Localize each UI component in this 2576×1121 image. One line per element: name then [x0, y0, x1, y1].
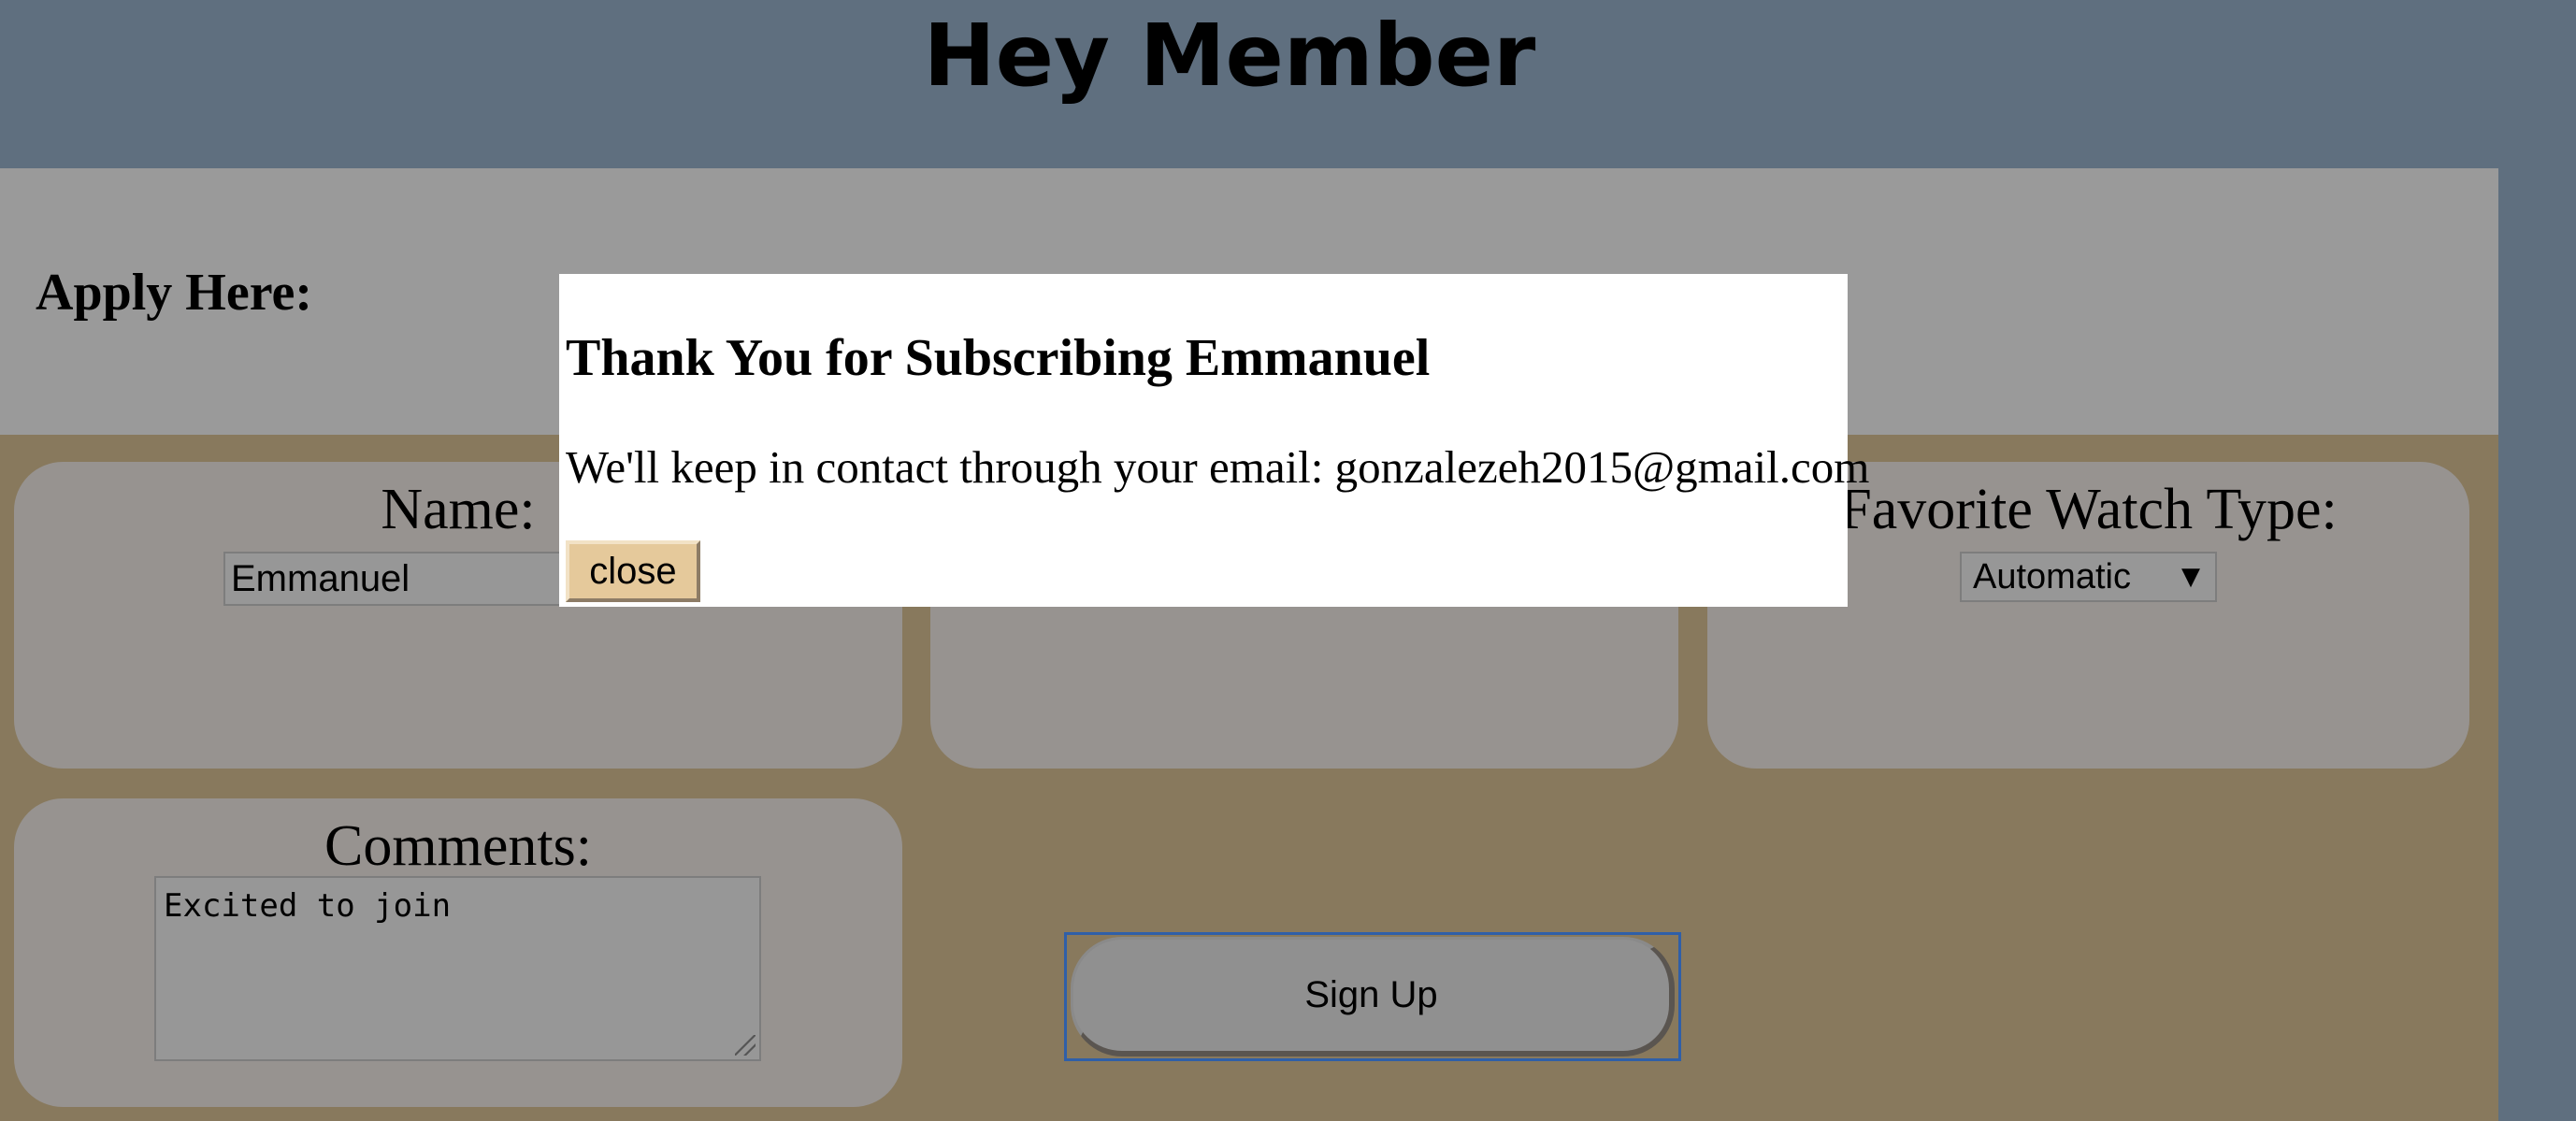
watch-type-selected: Automatic — [1973, 557, 2131, 596]
page-header: Hey Member — [0, 0, 2576, 168]
thank-you-modal: Thank You for Subscribing Emmanuel We'll… — [559, 274, 1869, 607]
comments-textarea[interactable]: Excited to join — [154, 876, 761, 1061]
modal-title: Thank You for Subscribing Emmanuel — [566, 329, 1431, 387]
apply-label: Apply Here: — [36, 264, 313, 322]
page-title: Hey Member — [923, 6, 1536, 106]
comments-text: Excited to join — [164, 887, 452, 925]
signup-focus-outline: Sign Up — [1064, 932, 1681, 1061]
right-gutter — [2498, 168, 2576, 1121]
signup-button[interactable]: Sign Up — [1071, 937, 1675, 1056]
watch-type-select[interactable]: Automatic ▼ — [1960, 552, 2217, 602]
comments-label: Comments: — [324, 814, 592, 878]
close-button[interactable]: close — [566, 540, 700, 602]
resize-grip-icon[interactable] — [735, 1035, 756, 1056]
chevron-down-icon: ▼ — [2181, 563, 2200, 591]
comments-card: Comments: Excited to join — [14, 798, 902, 1107]
modal-message: We'll keep in contact through your email… — [566, 441, 1870, 493]
